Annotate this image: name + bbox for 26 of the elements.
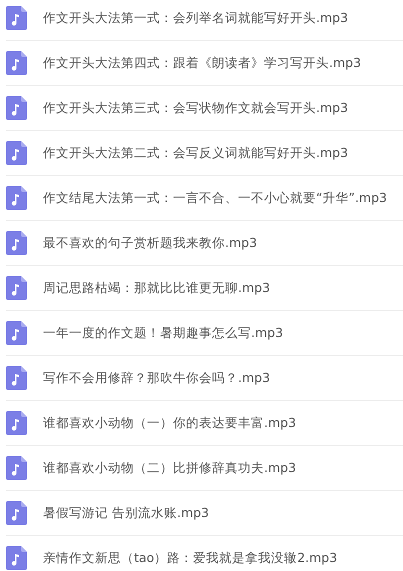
music-file-icon — [6, 276, 27, 300]
file-name[interactable]: 作文开头大法第四式：跟着《朗读者》学习写开头.mp3 — [43, 54, 362, 72]
file-name[interactable]: 一年一度的作文题！暑期趣事怎么写.mp3 — [43, 324, 284, 342]
music-file-icon — [6, 411, 27, 435]
file-name[interactable]: 谁都喜欢小动物（一）你的表达要丰富.mp3 — [43, 414, 296, 432]
file-name[interactable]: 最不喜欢的句子赏析题我来教你.mp3 — [43, 234, 258, 252]
music-file-icon — [6, 546, 27, 570]
file-name[interactable]: 亲情作文新思（tao）路：爱我就是拿我没辙2.mp3 — [43, 550, 338, 566]
music-file-icon — [6, 321, 27, 345]
music-file-icon — [6, 141, 27, 165]
file-name[interactable]: 作文开头大法第一式：会列举名词就能写好开头.mp3 — [43, 10, 348, 26]
file-name[interactable]: 谁都喜欢小动物（二）比拼修辞真功夫.mp3 — [43, 460, 296, 476]
music-file-icon — [6, 51, 27, 75]
music-file-icon — [6, 366, 27, 390]
file-name[interactable]: 周记思路枯竭：那就比比谁更无聊.mp3 — [43, 280, 270, 296]
music-file-icon — [6, 501, 27, 525]
file-name[interactable]: 作文开头大法第三式：会写状物作文就会写开头.mp3 — [43, 100, 348, 116]
music-file-icon — [6, 456, 27, 480]
file-name[interactable]: 作文开头大法第二式：会写反义词就能写好开头.mp3 — [43, 144, 348, 162]
music-file-icon — [6, 96, 27, 120]
file-name[interactable]: 作文结尾大法第一式：一言不合、一不小心就要“升华”.mp3 — [43, 190, 387, 206]
file-name[interactable]: 写作不会用修辞？那吹牛你会吗？.mp3 — [43, 370, 270, 386]
file-name[interactable]: 暑假写游记 告别流水账.mp3 — [43, 504, 210, 522]
music-file-icon — [6, 231, 27, 255]
music-file-icon — [6, 6, 27, 30]
music-file-icon — [6, 186, 27, 210]
